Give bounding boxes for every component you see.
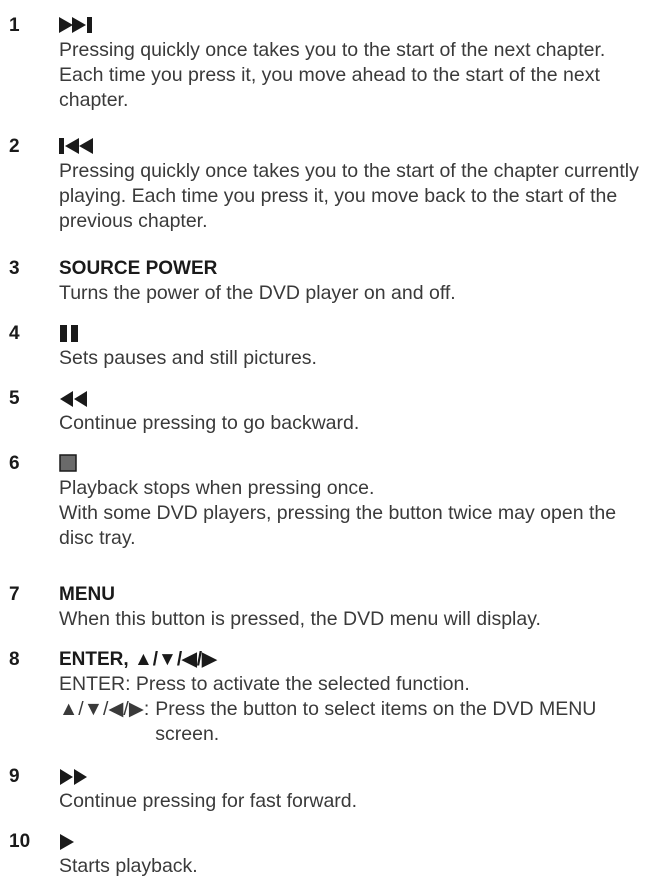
skip-previous-icon	[59, 135, 99, 159]
item-number: 1	[9, 15, 20, 36]
item-description: ENTER: Press to activate the selected fu…	[59, 672, 655, 747]
item-description: Pressing quickly once takes you to the s…	[59, 160, 639, 232]
item-number: 6	[9, 453, 20, 474]
item-description: Pressing quickly once takes you to the s…	[59, 39, 606, 111]
arrows-label: ▲/▼/◀/▶:	[59, 698, 150, 720]
item-description: Continue pressing to go backward.	[59, 412, 360, 434]
item-title: ENTER, ▲/▼/◀/▶	[59, 649, 217, 670]
item-description: Starts playback.	[59, 855, 198, 877]
play-icon	[59, 830, 81, 854]
item-description: Continue pressing for fast forward.	[59, 790, 358, 812]
item-number: 5	[9, 388, 20, 409]
item-number: 2	[9, 136, 20, 157]
item-number: 10	[9, 831, 31, 852]
item-number: 7	[9, 584, 20, 605]
item-number: 8	[9, 649, 20, 670]
arrows-text: Press the button to select items on the …	[155, 698, 597, 745]
skip-next-icon	[59, 14, 99, 38]
item-line: With some DVD players, pressing the butt…	[59, 502, 617, 549]
fast-forward-icon	[59, 765, 95, 789]
item-description: Playback stops when pressing once. With …	[59, 476, 655, 551]
arrows-line: ▲/▼/◀/▶: Press the button to select item…	[59, 697, 655, 747]
item-description: Sets pauses and still pictures.	[59, 347, 317, 369]
item-number: 3	[9, 258, 20, 279]
rewind-icon	[59, 387, 95, 411]
item-number: 4	[9, 323, 20, 344]
item-title: SOURCE POWER	[59, 258, 218, 279]
item-number: 9	[9, 766, 20, 787]
item-title: MENU	[59, 584, 115, 605]
pause-icon	[59, 322, 89, 346]
enter-line: ENTER: Press to activate the selected fu…	[59, 673, 470, 695]
item-description: Turns the power of the DVD player on and…	[59, 282, 456, 304]
item-description: When this button is pressed, the DVD men…	[59, 608, 541, 630]
item-line: Playback stops when pressing once.	[59, 477, 375, 499]
stop-icon	[59, 452, 81, 476]
